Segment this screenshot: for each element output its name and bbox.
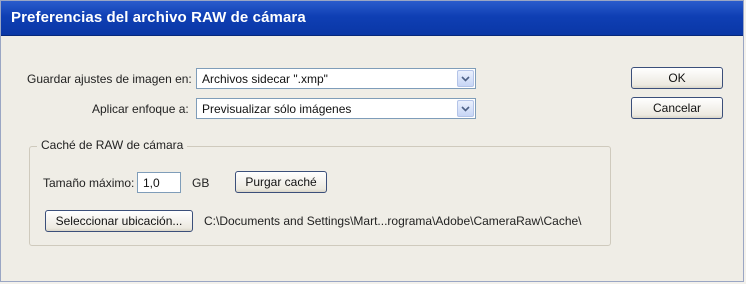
dialog-title: Preferencias del archivo RAW de cámara <box>11 9 306 26</box>
save-settings-label: Guardar ajustes de imagen en: <box>27 72 192 86</box>
cache-group-label: Caché de RAW de cámara <box>37 138 188 152</box>
chevron-down-icon <box>461 106 470 112</box>
ok-button[interactable]: OK <box>631 67 723 89</box>
cancel-button[interactable]: Cancelar <box>631 97 723 119</box>
save-settings-select[interactable]: Archivos sidecar ".xmp" <box>196 68 476 89</box>
max-size-value: 1,0 <box>143 176 160 190</box>
sharpen-select[interactable]: Previsualizar sólo imágenes <box>196 98 476 119</box>
size-unit: GB <box>192 176 210 190</box>
sharpen-value: Previsualizar sólo imágenes <box>202 102 352 116</box>
save-settings-dropdown-button[interactable] <box>457 70 474 87</box>
max-size-label: Tamaño máximo: <box>43 176 135 190</box>
title-bar[interactable]: Preferencias del archivo RAW de cámara <box>1 1 743 36</box>
sharpen-label: Aplicar enfoque a: <box>92 102 189 116</box>
max-size-input[interactable]: 1,0 <box>137 172 181 193</box>
cache-path: C:\Documents and Settings\Mart...rograma… <box>204 214 582 228</box>
purge-cache-button[interactable]: Purgar caché <box>235 171 327 193</box>
raw-preferences-dialog: Preferencias del archivo RAW de cámara G… <box>0 0 744 282</box>
save-settings-value: Archivos sidecar ".xmp" <box>202 72 328 86</box>
select-location-button[interactable]: Seleccionar ubicación... <box>45 210 193 232</box>
chevron-down-icon <box>461 76 470 82</box>
sharpen-dropdown-button[interactable] <box>457 100 474 117</box>
